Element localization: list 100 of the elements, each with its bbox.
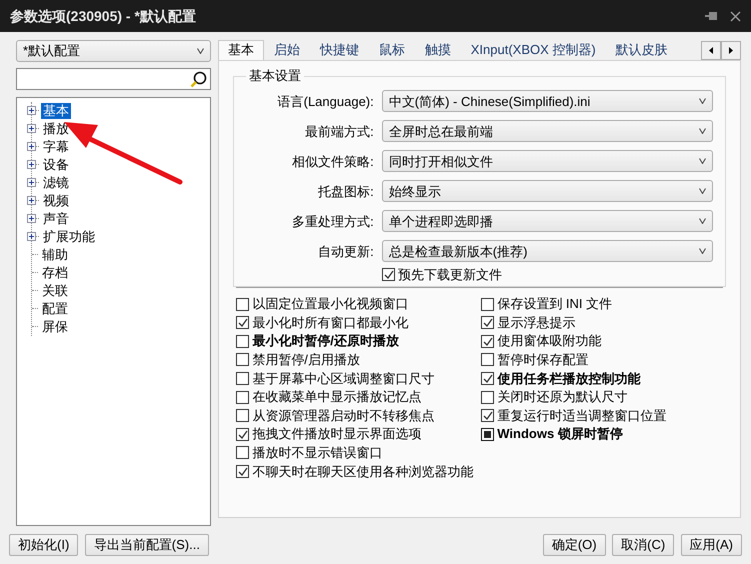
check-icon <box>237 428 248 440</box>
search-field[interactable] <box>16 68 212 90</box>
tab[interactable]: 快捷键 <box>310 40 369 60</box>
checkbox-label: 从资源管理器启动时不转移焦点 <box>252 406 434 425</box>
chevron-down-icon <box>699 218 706 224</box>
checkbox[interactable] <box>236 353 249 366</box>
checkbox-label: 暂停时保存配置 <box>497 351 588 370</box>
expand-icon[interactable] <box>27 178 36 188</box>
checkbox[interactable] <box>481 428 494 441</box>
checkbox[interactable] <box>481 316 494 330</box>
checkbox-label: 关闭时还原为默认尺寸 <box>497 388 628 406</box>
triangle-left-icon <box>709 47 713 54</box>
checkbox[interactable] <box>481 409 494 422</box>
checkbox-label: 使用任务栏播放控制功能 <box>497 370 640 388</box>
checkbox[interactable] <box>481 353 494 366</box>
checkbox-label: 拖拽文件播放时显示界面选项 <box>252 425 422 444</box>
checkbox[interactable] <box>236 409 249 422</box>
checkbox-label: Windows 锁屏时暂停 <box>497 425 623 444</box>
checkbox[interactable] <box>236 316 249 330</box>
chevron-down-icon <box>699 98 706 104</box>
tree-item[interactable]: 基本 <box>41 102 71 119</box>
chevron-down-icon <box>699 248 706 254</box>
checkbox[interactable] <box>236 446 249 460</box>
setting-label: 自动更新: <box>317 242 375 260</box>
group-title: 基本设置 <box>248 69 302 83</box>
setting-label: 相似文件策略: <box>291 152 375 170</box>
dropdown[interactable]: 单个进程即选即播 <box>382 210 713 232</box>
tab[interactable]: 启始 <box>264 40 310 60</box>
check-icon <box>237 466 248 477</box>
tab[interactable]: XInput(XBOX 控制器) <box>460 40 606 60</box>
check-icon <box>237 317 248 328</box>
footer-button[interactable]: 确定(O) <box>542 534 606 556</box>
checkbox[interactable] <box>481 372 494 385</box>
checkbox[interactable] <box>236 334 249 348</box>
dropdown[interactable]: 中文(简体) - Chinese(Simplified).ini <box>382 90 713 112</box>
checkbox[interactable] <box>481 298 494 311</box>
window-title: 参数选项(230905) - *默认配置 <box>10 6 196 26</box>
setting-label: 多重处理方式: <box>291 212 375 230</box>
tree-item[interactable]: 视频 <box>41 192 71 209</box>
checkbox[interactable] <box>236 464 249 478</box>
tab[interactable]: 鼠标 <box>368 40 415 60</box>
checkbox-label: 显示浮悬提示 <box>497 314 576 332</box>
profile-dropdown[interactable]: *默认配置 <box>16 40 212 62</box>
expand-icon[interactable] <box>27 214 36 224</box>
checkbox-label: 最小化时暂停/还原时播放 <box>252 332 399 350</box>
tree-item[interactable]: 扩展功能 <box>41 228 97 245</box>
tree-item[interactable]: 播放 <box>41 120 71 137</box>
checkbox[interactable] <box>236 390 249 404</box>
dropdown[interactable]: 同时打开相似文件 <box>382 150 713 172</box>
checkbox[interactable] <box>481 390 494 404</box>
close-icon[interactable] <box>730 10 741 22</box>
tree-item[interactable]: 滤镜 <box>41 174 71 191</box>
checkbox-label: 重复运行时适当调整窗口位置 <box>497 406 666 425</box>
footer-button[interactable]: 取消(C) <box>612 534 674 556</box>
expand-icon[interactable] <box>27 106 36 116</box>
tree-item[interactable]: 存档 <box>40 264 70 281</box>
scroll-left-button[interactable] <box>701 41 721 60</box>
checkbox-label: 使用窗体吸附功能 <box>497 332 602 350</box>
expand-icon[interactable] <box>27 142 36 152</box>
tree-item[interactable]: 字幕 <box>41 138 71 155</box>
triangle-right-icon <box>729 47 733 54</box>
check-icon <box>482 336 493 347</box>
check-icon <box>482 317 493 328</box>
checkbox-label: 预先下载更新文件 <box>398 266 502 284</box>
dropdown[interactable]: 始终显示 <box>382 180 713 202</box>
setting-label: 语言(Language): <box>276 92 375 111</box>
dropdown[interactable]: 总是检查最新版本(推荐) <box>382 240 713 262</box>
expand-icon[interactable] <box>27 160 36 170</box>
checkbox[interactable] <box>236 372 249 385</box>
tree-item[interactable]: 声音 <box>41 210 71 227</box>
square-icon <box>482 428 493 440</box>
footer-button[interactable]: 导出当前配置(S)... <box>84 534 209 556</box>
tab[interactable]: 基本 <box>218 40 264 60</box>
tree-item[interactable]: 设备 <box>41 156 71 173</box>
footer-button[interactable]: 初始化(I) <box>9 534 78 556</box>
tree-item[interactable]: 屏保 <box>40 318 70 335</box>
checkbox-label: 在收藏菜单中显示播放记忆点 <box>252 388 422 406</box>
tab[interactable]: 触摸 <box>414 40 461 60</box>
checkbox[interactable] <box>236 428 249 441</box>
dropdown[interactable]: 全屏时总在最前端 <box>382 120 713 142</box>
checkbox[interactable] <box>236 298 249 311</box>
expand-icon[interactable] <box>27 232 36 242</box>
tree-item[interactable]: 关联 <box>40 282 70 299</box>
expand-icon[interactable] <box>27 196 36 206</box>
tab[interactable]: 默认皮肤 <box>606 40 678 60</box>
chevron-down-icon <box>197 48 204 54</box>
tree-item[interactable]: 配置 <box>40 300 70 317</box>
checkbox-label: 以固定位置最小化视频窗口 <box>252 295 408 314</box>
footer-button[interactable]: 应用(A) <box>680 534 742 556</box>
expand-icon[interactable] <box>27 124 36 134</box>
pin-icon[interactable] <box>705 11 717 21</box>
checkbox-label: 保存设置到 INI 文件 <box>497 295 612 314</box>
checkbox-label: 不聊天时在聊天区使用各种浏览器功能 <box>252 462 474 481</box>
search-icon <box>190 70 207 88</box>
checkbox-label: 最小化时所有窗口都最小化 <box>252 314 408 332</box>
tree-item[interactable]: 辅助 <box>40 246 70 263</box>
checkbox[interactable] <box>382 268 395 282</box>
scroll-right-button[interactable] <box>721 41 741 60</box>
checkbox-label: 基于屏幕中心区域调整窗口尺寸 <box>252 370 434 388</box>
checkbox[interactable] <box>481 334 494 348</box>
